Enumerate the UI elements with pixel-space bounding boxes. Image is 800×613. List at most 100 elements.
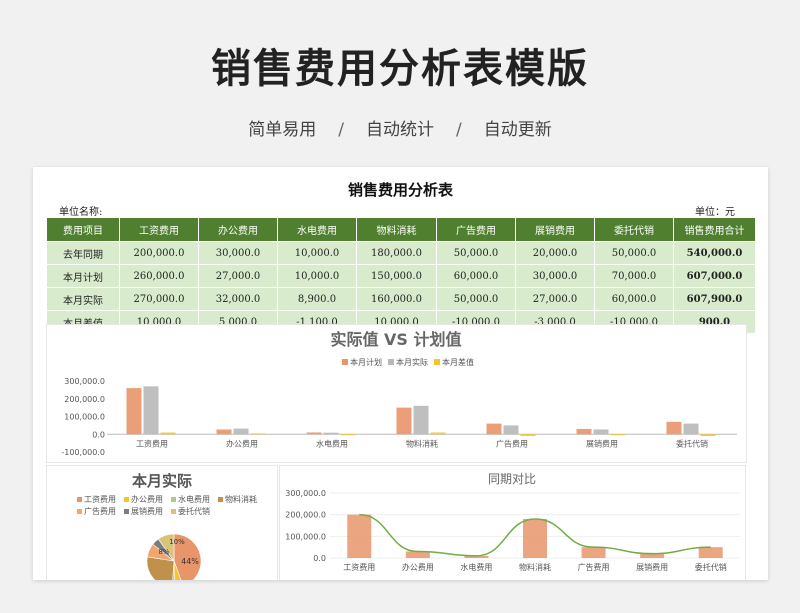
- bar: [683, 423, 699, 435]
- tag-auto-update: 自动更新: [483, 120, 552, 140]
- legend-swatch: [342, 359, 348, 365]
- table-cell[interactable]: 27,000.0: [198, 264, 278, 288]
- bar: [666, 421, 682, 435]
- column-header[interactable]: 费用项目: [46, 217, 120, 242]
- table-cell[interactable]: 60,000.0: [436, 264, 516, 288]
- table-cell[interactable]: 50,000.0: [594, 241, 674, 265]
- column-header[interactable]: 展销费用: [515, 217, 595, 242]
- legend-swatch: [218, 497, 223, 502]
- x-tick-label: 委托代销: [695, 562, 727, 572]
- bar: [523, 519, 547, 558]
- tag-auto-stat: 自动统计: [366, 120, 434, 140]
- x-tick-label: 展销费用: [586, 438, 618, 448]
- bar: [520, 434, 536, 437]
- x-tick-label: 展销费用: [636, 562, 668, 572]
- table-cell[interactable]: 270,000.0: [119, 287, 199, 311]
- chart-title: 本月实际: [132, 472, 192, 490]
- legend-label: 广告费用: [84, 506, 116, 516]
- x-tick-label: 办公费用: [402, 562, 434, 572]
- legend-label: 办公费用: [131, 494, 163, 504]
- legend-label: 本月实际: [396, 357, 428, 367]
- currency-unit-label: 单位：元: [695, 207, 735, 218]
- table-cell[interactable]: 本月实际: [46, 287, 120, 311]
- bar: [233, 428, 249, 435]
- yoy-comparison-chart: 同期对比 300,000.0 200,000.0 100,000.0 0.0 工资费用 办公…: [285, 472, 740, 572]
- actual-vs-plan-chart: 实际值 VS 计划值本月计划 本月实际 本月差值 300,000.0 200,000.0…: [61, 330, 737, 457]
- pie-data-label: 10%: [169, 538, 185, 546]
- bar: [396, 407, 412, 435]
- yoy-comparison-chart-panel[interactable]: 同期对比 300,000.0 200,000.0 100,000.0 0.0 工资费用 办公…: [279, 465, 746, 580]
- table-cell[interactable]: 10,000.0: [277, 241, 357, 265]
- legend-label: 水电费用: [178, 494, 210, 504]
- table-cell[interactable]: 30,000.0: [515, 264, 595, 288]
- column-header[interactable]: 广告费用: [436, 217, 516, 242]
- y-tick-label: 0.0: [313, 554, 326, 563]
- tag-separator: /: [456, 120, 462, 140]
- page-title: 销售费用分析表模版: [211, 46, 589, 92]
- table-cell[interactable]: 去年同期: [46, 241, 120, 265]
- unit-name-label: 单位名称:: [59, 207, 103, 218]
- table-cell[interactable]: 607,900.0: [673, 287, 756, 311]
- table-cell[interactable]: 160,000.0: [356, 287, 437, 311]
- table-cell[interactable]: 8,900.0: [277, 287, 357, 311]
- table-cell[interactable]: 260,000.0: [119, 264, 199, 288]
- table-cell[interactable]: 本月计划: [46, 264, 120, 288]
- x-tick-label: 广告费用: [496, 438, 528, 448]
- legend-swatch: [124, 497, 129, 502]
- actual-vs-plan-chart-panel[interactable]: 实际值 VS 计划值 本月计划 本月实际 本月差值 300,000.0 200,000.0…: [46, 324, 747, 463]
- bar: [698, 547, 723, 558]
- legend-swatch: [171, 497, 176, 502]
- x-tick-label: 物料消耗: [406, 438, 438, 448]
- column-header[interactable]: 工资费用: [119, 217, 199, 242]
- bar: [143, 386, 159, 435]
- table-cell[interactable]: 50,000.0: [436, 287, 516, 311]
- bar: [486, 423, 502, 435]
- table-cell[interactable]: 50,000.0: [436, 241, 516, 265]
- legend-label: 工资费用: [84, 494, 116, 504]
- table-cell[interactable]: 32,000.0: [198, 287, 278, 311]
- table-cell[interactable]: 200,000.0: [119, 241, 199, 265]
- table-cell[interactable]: 540,000.0: [673, 241, 756, 265]
- pie-data-label: 8%: [158, 548, 169, 556]
- legend-swatch: [77, 509, 82, 514]
- table-header-row: 费用项目 工资费用 办公费用 水电费用 物料消耗 广告费用 展销费用 委托代销 …: [46, 217, 756, 242]
- y-tick-label: 100,000.0: [64, 413, 105, 422]
- chart-title: 同期对比: [488, 472, 536, 486]
- table-cell[interactable]: 27,000.0: [515, 287, 595, 311]
- column-header[interactable]: 物料消耗: [356, 217, 437, 242]
- feature-tags: 简单易用 / 自动统计 / 自动更新: [0, 115, 800, 140]
- y-tick-label: -100,000.0: [61, 448, 105, 457]
- table-cell[interactable]: 30,000.0: [198, 241, 278, 265]
- x-tick-label: 物料消耗: [519, 562, 551, 572]
- table-cell[interactable]: 10,000.0: [277, 264, 357, 288]
- table-cell[interactable]: 20,000.0: [515, 241, 595, 265]
- tag-separator: /: [338, 120, 344, 140]
- column-header[interactable]: 销售费用合计: [673, 217, 756, 242]
- bar: [430, 432, 446, 435]
- bar: [216, 429, 232, 435]
- bar: [306, 432, 322, 435]
- column-header[interactable]: 办公费用: [198, 217, 278, 242]
- column-header[interactable]: 水电费用: [277, 217, 357, 242]
- bar: [126, 388, 142, 435]
- bar: [340, 434, 356, 436]
- x-tick-label: 水电费用: [460, 562, 492, 572]
- actual-pie-chart-panel[interactable]: 本月实际 工资费用 办公费用 水电费用 物料消耗 广告费用 展销费用 委托代销 44% 10% 8%: [46, 465, 278, 580]
- pie-data-label: 44%: [181, 557, 199, 566]
- x-tick-label: 委托代销: [676, 438, 708, 448]
- legend-swatch: [434, 359, 440, 365]
- table-cell[interactable]: 70,000.0: [594, 264, 674, 288]
- y-tick-label: 300,000.0: [64, 377, 105, 386]
- table-cell[interactable]: 150,000.0: [356, 264, 437, 288]
- y-tick-label: 300,000.0: [285, 489, 326, 498]
- table-cell[interactable]: 607,000.0: [673, 264, 756, 288]
- y-tick-label: 200,000.0: [64, 395, 105, 404]
- table-row: 本月计划 260,000.0 27,000.0 10,000.0 150,000…: [46, 264, 756, 288]
- column-header[interactable]: 委托代销: [594, 217, 674, 242]
- legend-swatch: [77, 497, 82, 502]
- bar: [700, 434, 716, 437]
- table-cell[interactable]: 60,000.0: [594, 287, 674, 311]
- legend-label: 委托代销: [178, 506, 210, 516]
- table-cell[interactable]: 180,000.0: [356, 241, 437, 265]
- bar: [160, 432, 176, 435]
